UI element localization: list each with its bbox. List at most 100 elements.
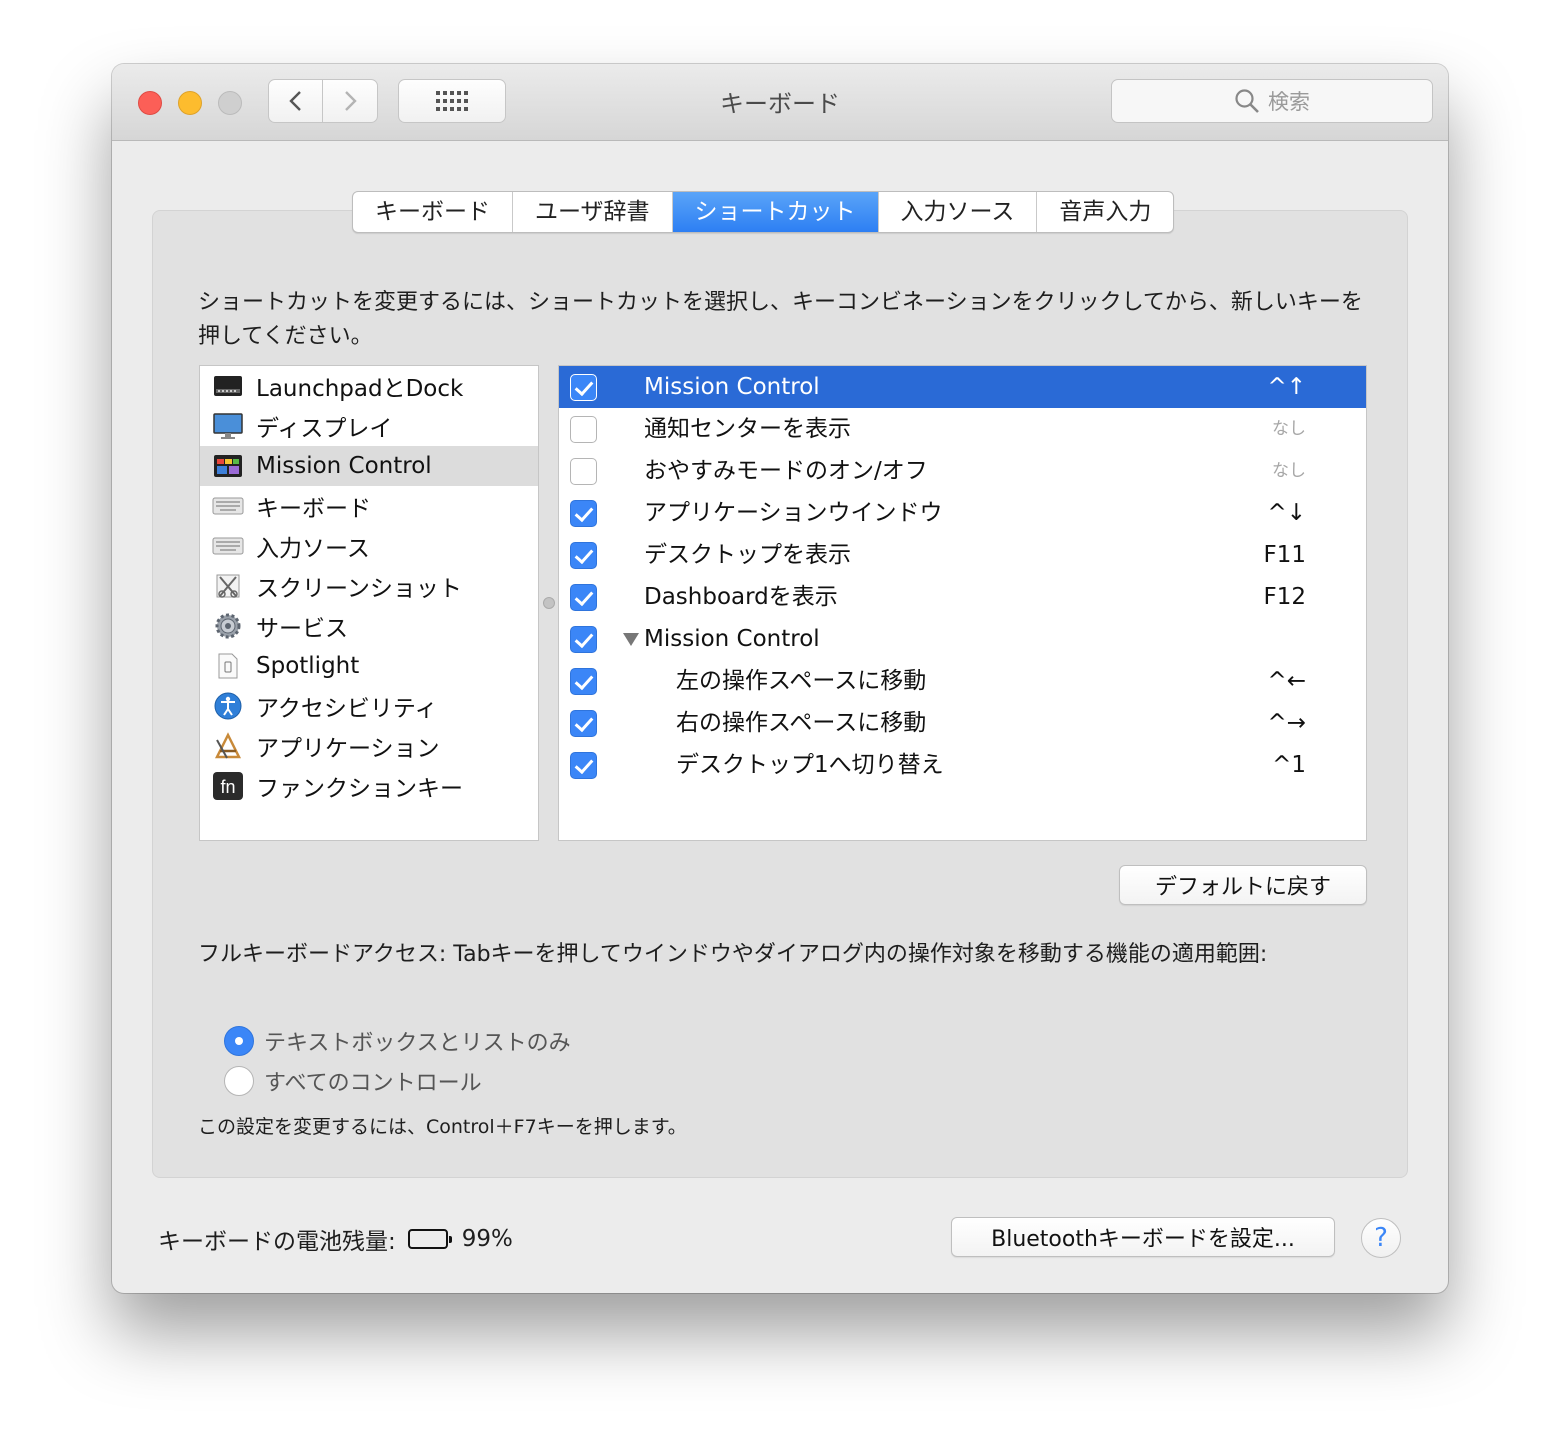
shortcut-checkbox[interactable] (570, 542, 597, 569)
show-all-button[interactable] (398, 79, 506, 123)
category-label: LaunchpadとDock (256, 376, 464, 402)
shortcut-checkbox[interactable] (570, 584, 597, 611)
shortcut-key[interactable]: ^← (1267, 660, 1306, 702)
tab-input-sources[interactable]: 入力ソース (879, 192, 1038, 232)
minimize-button[interactable] (178, 91, 202, 115)
category-item-services[interactable]: サービス (200, 606, 538, 646)
display-icon (212, 411, 244, 441)
shortcut-checkbox[interactable] (570, 416, 597, 443)
shortcut-row[interactable]: デスクトップ1へ切り替え ^1 (559, 744, 1366, 786)
shortcut-row[interactable]: Mission Control ^↑ (559, 366, 1366, 408)
launchpad-dock-icon (212, 371, 244, 401)
shortcut-list: Mission Control ^↑ 通知センターを表示 なし おやすみモードの… (558, 365, 1367, 841)
category-item-display[interactable]: ディスプレイ (200, 406, 538, 446)
category-item-spotlight[interactable]: Spotlight (200, 646, 538, 686)
shortcut-key[interactable]: ^→ (1267, 702, 1306, 744)
battery-icon (407, 1229, 452, 1249)
shortcut-row[interactable]: 右の操作スペースに移動 ^→ (559, 702, 1366, 744)
shortcut-checkbox[interactable] (570, 668, 597, 695)
category-item-keyboard[interactable]: キーボード (200, 486, 538, 526)
category-item-function-keys[interactable]: fn ファンクションキー (200, 766, 538, 806)
full-keyboard-access-label: フルキーボードアクセス: Tabキーを押してウインドウやダイアログ内の操作対象を… (198, 942, 1268, 967)
shortcut-key[interactable]: ^↓ (1267, 492, 1306, 534)
shortcut-row[interactable]: アプリケーションウインドウ ^↓ (559, 492, 1366, 534)
search-placeholder: 検索 (1268, 90, 1310, 114)
category-label: ディスプレイ (256, 416, 393, 442)
shortcut-label: 右の操作スペースに移動 (676, 710, 927, 736)
help-button[interactable]: ? (1361, 1218, 1401, 1258)
zoom-button[interactable] (218, 91, 242, 115)
preferences-window: キーボード 検索 キーボード ユーザ辞書 ショートカット 入力ソース 音声入力 … (112, 64, 1448, 1293)
shortcut-key[interactable]: F11 (1264, 534, 1307, 576)
split-view-handle[interactable] (543, 597, 555, 609)
svg-text:fn: fn (220, 777, 235, 797)
shortcut-key[interactable]: F12 (1264, 576, 1307, 618)
shortcut-label: 通知センターを表示 (644, 416, 851, 442)
category-label: ファンクションキー (256, 776, 463, 802)
shortcut-row[interactable]: 通知センターを表示 なし (559, 408, 1366, 450)
shortcut-label: アプリケーションウインドウ (644, 500, 943, 526)
chevron-right-icon (345, 91, 357, 111)
shortcut-key[interactable]: なし (1272, 450, 1306, 492)
category-label: アプリケーション (256, 736, 440, 762)
category-item-launchpad-dock[interactable]: LaunchpadとDock (200, 366, 538, 406)
radio-label: テキストボックスとリストのみ (264, 1031, 571, 1056)
shortcut-key[interactable]: なし (1272, 408, 1306, 450)
shortcut-group-label: Mission Control (644, 626, 820, 652)
disclosure-triangle-icon[interactable] (623, 633, 639, 646)
radio-button[interactable] (224, 1066, 254, 1096)
shortcut-label: デスクトップを表示 (644, 542, 851, 568)
category-item-screenshot[interactable]: スクリーンショット (200, 566, 538, 606)
applications-icon (212, 731, 244, 761)
tab-bar: キーボード ユーザ辞書 ショートカット 入力ソース 音声入力 (352, 191, 1175, 233)
radio-button-selected[interactable] (224, 1026, 254, 1056)
category-item-input-sources[interactable]: 入力ソース (200, 526, 538, 566)
shortcut-row[interactable]: Dashboardを表示 F12 (559, 576, 1366, 618)
category-item-accessibility[interactable]: アクセシビリティ (200, 686, 538, 726)
setup-bluetooth-keyboard-button[interactable]: Bluetoothキーボードを設定... (951, 1217, 1335, 1257)
category-list: LaunchpadとDock ディスプレイ Mission Control キー… (199, 365, 539, 841)
restore-defaults-button[interactable]: デフォルトに戻す (1119, 865, 1367, 905)
shortcut-checkbox[interactable] (570, 374, 597, 401)
grid-icon (436, 91, 468, 111)
category-item-mission-control[interactable]: Mission Control (200, 446, 538, 486)
battery-status: キーボードの電池残量: 99% (158, 1219, 513, 1259)
tab-shortcuts[interactable]: ショートカット (672, 192, 879, 232)
forward-button[interactable] (322, 79, 378, 123)
shortcut-row[interactable]: おやすみモードのオン/オフ なし (559, 450, 1366, 492)
shortcut-group-row[interactable]: Mission Control (559, 618, 1366, 660)
back-button[interactable] (268, 79, 323, 123)
shortcut-checkbox[interactable] (570, 710, 597, 737)
category-item-applications[interactable]: アプリケーション (200, 726, 538, 766)
shortcut-label: Dashboardを表示 (644, 584, 838, 610)
shortcut-row[interactable]: 左の操作スペースに移動 ^← (559, 660, 1366, 702)
battery-percent: 99% (461, 1226, 513, 1252)
mission-control-icon (212, 451, 244, 481)
shortcut-label: 左の操作スペースに移動 (676, 668, 927, 694)
shortcut-row[interactable]: デスクトップを表示 F11 (559, 534, 1366, 576)
category-label: 入力ソース (256, 536, 370, 562)
battery-label: キーボードの電池残量: (158, 1229, 396, 1255)
shortcut-key[interactable]: ^1 (1272, 744, 1306, 786)
search-field[interactable]: 検索 (1111, 79, 1433, 123)
category-label: Mission Control (256, 453, 432, 479)
category-label: スクリーンショット (256, 576, 462, 602)
shortcut-label: Mission Control (644, 374, 820, 400)
radio-option-all-controls[interactable]: すべてのコントロール (224, 1063, 482, 1099)
category-label: サービス (256, 616, 348, 642)
shortcut-checkbox[interactable] (570, 458, 597, 485)
shortcut-checkbox[interactable] (570, 752, 597, 779)
fn-key-icon: fn (212, 771, 244, 801)
shortcut-key[interactable]: ^↑ (1267, 366, 1306, 408)
tab-keyboard[interactable]: キーボード (353, 192, 513, 232)
tab-dictation[interactable]: 音声入力 (1037, 192, 1173, 232)
radio-option-text-boxes-lists[interactable]: テキストボックスとリストのみ (224, 1023, 571, 1059)
category-label: アクセシビリティ (256, 696, 438, 722)
spotlight-icon (212, 651, 244, 681)
shortcut-checkbox[interactable] (570, 626, 597, 653)
keyboard-icon (212, 491, 244, 521)
close-button[interactable] (138, 91, 162, 115)
tab-user-dictionary[interactable]: ユーザ辞書 (513, 192, 673, 232)
shortcut-checkbox[interactable] (570, 500, 597, 527)
accessibility-icon (212, 691, 244, 721)
